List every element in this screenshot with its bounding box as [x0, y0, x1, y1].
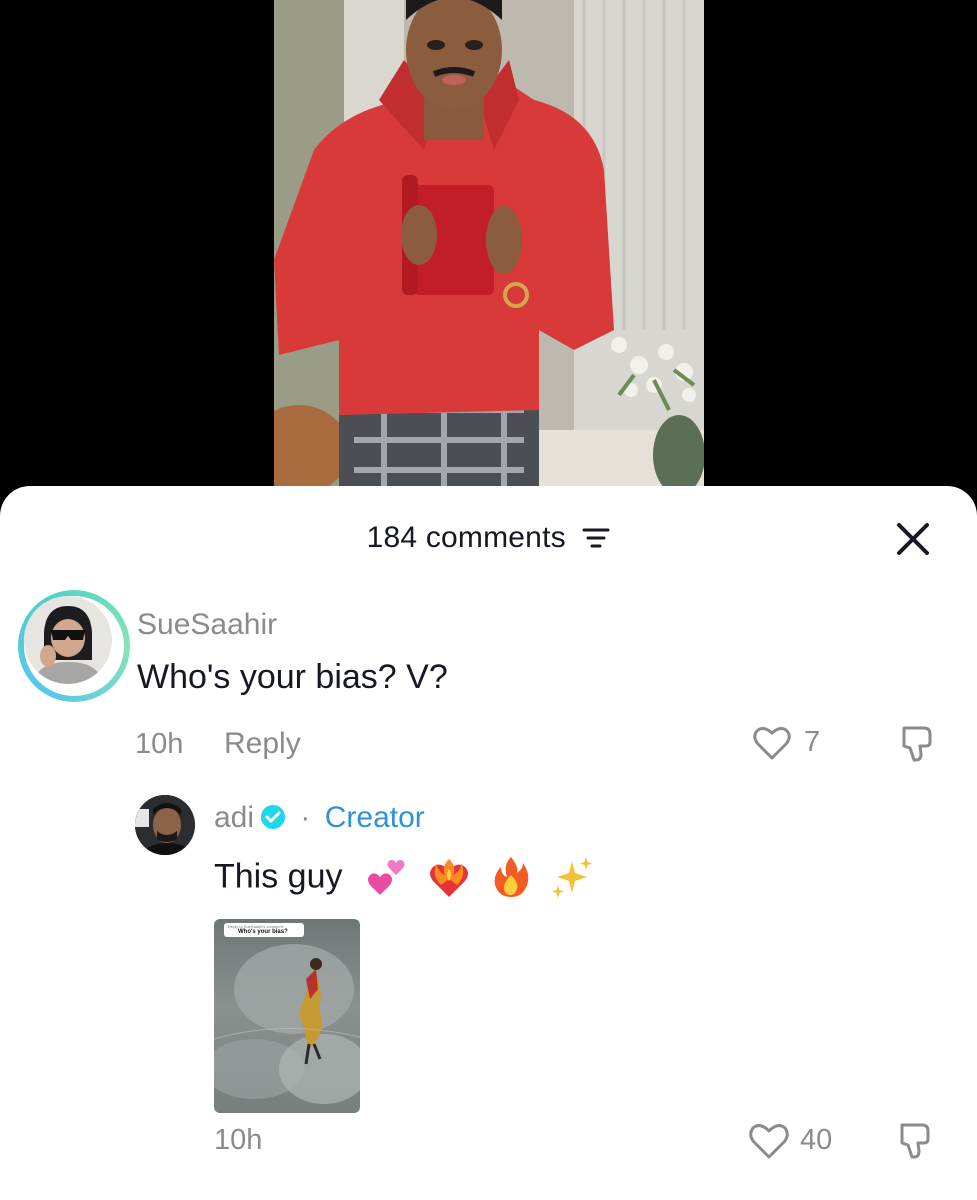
dislike-icon[interactable]	[894, 722, 938, 766]
reply-text-line: This guy	[214, 855, 602, 899]
sparkles-icon	[552, 857, 593, 898]
heart-icon	[753, 726, 791, 760]
thumbnail-reply-caption: Reply to SueSaahir's comment Who's your …	[224, 923, 304, 937]
video-reply-thumbnail[interactable]: Reply to SueSaahir's comment Who's your …	[214, 919, 360, 1113]
avatar-image	[135, 795, 195, 855]
comment-username[interactable]: SueSaahir	[137, 608, 277, 642]
reply-item: adi · Creator This guy Reply to SueSaahi…	[0, 791, 977, 1200]
user-avatar[interactable]	[18, 590, 130, 702]
two-hearts-icon	[367, 859, 405, 895]
reply-timestamp: 10h	[214, 1124, 263, 1156]
comments-count-button[interactable]: 184 comments	[0, 520, 977, 555]
thumbnail-image	[214, 944, 360, 1104]
reply-avatar[interactable]	[135, 795, 195, 855]
like-count: 7	[804, 726, 821, 758]
like-button[interactable]: 40	[748, 1121, 848, 1161]
comments-count-label: 184 comments	[366, 521, 566, 555]
video-still-image	[274, 0, 704, 500]
comment-timestamp: 10h	[135, 728, 184, 760]
avatar-image	[24, 596, 112, 684]
comment-item: SueSaahir Who's your bias? V? 10h Reply …	[0, 586, 977, 786]
reply-button[interactable]: Reply	[224, 727, 301, 761]
comments-header: 184 comments	[0, 486, 977, 586]
video-frame[interactable]	[274, 0, 704, 500]
username-separator: ·	[300, 801, 311, 834]
comments-sheet: 184 comments SueSaahir Who's your bias? …	[0, 486, 977, 1200]
creator-badge: Creator	[324, 801, 425, 834]
fire-icon	[494, 857, 529, 897]
like-count: 40	[800, 1124, 833, 1156]
reply-username-line: adi · Creator	[214, 801, 425, 835]
sort-filter-icon[interactable]	[582, 526, 610, 550]
like-button[interactable]: 7	[752, 724, 832, 764]
close-icon[interactable]	[893, 519, 933, 559]
thumbnail-question: Who's your bias?	[238, 929, 288, 935]
comment-text: Who's your bias? V?	[137, 658, 448, 696]
verified-badge-icon	[261, 805, 286, 829]
video-player[interactable]	[0, 0, 977, 500]
emoji-row	[366, 855, 602, 899]
reply-text: This guy	[214, 857, 343, 896]
reply-username[interactable]: adi	[214, 801, 254, 834]
heart-on-fire-icon	[430, 859, 469, 897]
dislike-icon[interactable]	[892, 1119, 936, 1163]
heart-icon	[749, 1124, 789, 1159]
